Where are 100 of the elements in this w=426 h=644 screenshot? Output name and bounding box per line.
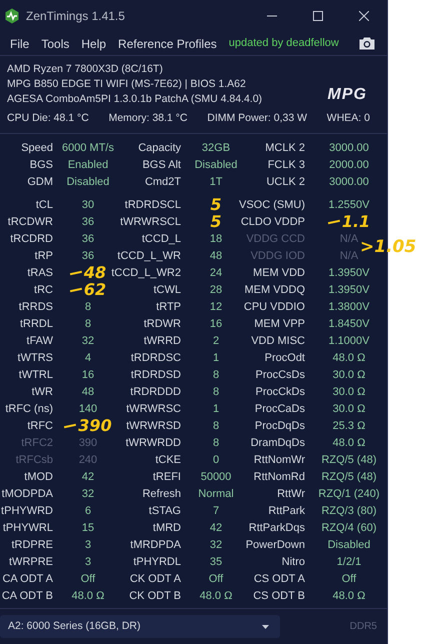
timing-value: Normal [198, 487, 234, 502]
timing-label: CK ODT B [129, 589, 181, 604]
timing-label: tRCDWR [8, 215, 53, 230]
timing-label: tFAW [26, 334, 53, 349]
timing-label: tWRRD [144, 334, 181, 349]
handwritten-note: 1.1 [342, 214, 370, 230]
system-info-line: AGESA ComboAm5PI 1.3.0.1b PatchA (SMU 4.84.4.0) [7, 92, 262, 107]
camera-button[interactable] [359, 37, 375, 50]
timing-value: 3 [84, 538, 92, 553]
timing-value: 1/2/1 [336, 555, 362, 570]
timing-label: tREFI [152, 470, 181, 485]
menu-item[interactable]: Help [75, 34, 112, 52]
timing-value: Enabled [68, 158, 108, 173]
timing-value: 3000.00 [329, 141, 369, 156]
timing-value: 30.0 Ω [332, 385, 366, 400]
timing-label: CA ODT A [2, 572, 53, 587]
timing-label: tRC [34, 283, 53, 298]
handwritten-note: 5 [210, 197, 222, 214]
system-info-line: MPG B850 EDGE TI WIFI (MS-7E62) | BIOS 1.A62 [7, 77, 246, 92]
timing-value: 48.0 Ω [332, 589, 366, 604]
timing-value: Disabled [328, 538, 370, 553]
menu-item[interactable]: Reference Profiles [112, 34, 223, 52]
timing-value: 36 [82, 215, 94, 230]
dropdown-caret-icon [262, 624, 269, 628]
timing-value: 48 [82, 385, 94, 400]
camera-icon [359, 37, 375, 50]
timing-label: tRRDL [20, 317, 53, 332]
timing-value: 48.0 Ω [200, 589, 232, 604]
sensor-reading: WHEA: 0 [326, 111, 370, 126]
timing-label: ProcCkDs [255, 385, 305, 400]
timing-value: 48.0 Ω [332, 351, 366, 366]
handwritten-note: 5 [210, 214, 222, 230]
timing-value: Off [80, 572, 96, 587]
timing-value: 48 [210, 249, 222, 264]
menu-item[interactable]: Tools [35, 34, 76, 52]
timing-value: 1 [212, 351, 220, 366]
timing-label: BGS Alt [142, 158, 181, 173]
timing-value: 28 [210, 283, 222, 298]
timing-label: tWTRL [18, 368, 53, 383]
timing-value: 15 [82, 521, 94, 536]
timing-value: 6 [84, 504, 92, 519]
timing-label: tWRWRSC [126, 402, 181, 417]
timing-value: 240 [78, 453, 98, 468]
timing-value: 3000.00 [329, 175, 369, 190]
timing-value: 50000 [200, 470, 232, 485]
timing-value: 2 [212, 334, 220, 349]
timing-value: RZQ/5 (48) [321, 453, 376, 468]
timing-label: Capacity [138, 141, 181, 156]
timing-label: VDDG CCD [246, 232, 305, 247]
timing-label: ProcDqDs [254, 419, 305, 434]
timing-label: RttPark [268, 504, 305, 519]
timing-label: tWTRS [18, 351, 53, 366]
timing-label: CPU VDDIO [244, 300, 305, 315]
timing-value: Disabled [194, 158, 238, 173]
timing-value: 8 [212, 419, 220, 434]
timing-value: 1.3800V [328, 300, 370, 315]
timing-label: tRTP [156, 300, 181, 315]
timing-label: tPHYWRL [2, 521, 53, 536]
timing-label: MEM VDDQ [244, 283, 305, 298]
timing-value: 25.3 Ω [332, 419, 366, 434]
timing-label: tRFC [27, 419, 53, 434]
timing-value: 8 [84, 317, 92, 332]
timing-value: 35 [210, 555, 222, 570]
timing-label: DramDqDs [250, 436, 305, 451]
timing-value: 0 [212, 453, 220, 468]
timing-value: 3 [84, 555, 92, 570]
timing-label: BGS [30, 158, 53, 173]
timing-label: CS ODT B [253, 589, 305, 604]
timing-value: 4 [84, 351, 92, 366]
timing-label: tMRD [152, 521, 181, 536]
system-info-line: AMD Ryzen 7 7800X3D (8C/16T) [7, 62, 163, 77]
timing-label: tRP [34, 249, 53, 264]
timing-label: Cmd2T [144, 175, 181, 190]
timing-label: ProcOdt [264, 351, 305, 366]
timing-value: 1T [210, 175, 222, 190]
timing-value: 42 [82, 470, 94, 485]
timing-label: tCCD_L [142, 232, 181, 247]
module-dropdown[interactable]: A2: 6000 Series (16GB, DR) [0, 615, 280, 638]
memory-type: DDR5 [350, 620, 377, 634]
timing-value: 8 [212, 436, 220, 451]
timing-value: N/A [340, 232, 358, 247]
timing-label: MCLK 2 [265, 141, 305, 156]
timing-value: 390 [78, 436, 98, 451]
timing-label: PowerDown [246, 538, 305, 553]
timing-label: FCLK 3 [268, 158, 305, 173]
timing-label: tMOD [24, 470, 53, 485]
timing-label: tWRWRSCL [120, 215, 181, 230]
timing-value: RZQ/3 (80) [321, 504, 376, 519]
timing-label: Speed [21, 141, 53, 156]
timing-value: 42 [210, 521, 222, 536]
menu-item[interactable]: File [4, 34, 36, 52]
sensor-reading: Memory: 38.1 °C [108, 111, 188, 126]
timing-value: 8 [212, 385, 220, 400]
timing-value: 8 [212, 368, 220, 383]
maximize-icon [313, 11, 323, 21]
window-title: ZenTimings 1.41.5 [26, 8, 125, 25]
timing-label: tRRDS [18, 300, 53, 315]
timing-label: MEM VDD [253, 266, 305, 281]
timing-value: 1.8450V [328, 317, 370, 332]
timing-label: tWRPRE [9, 555, 53, 570]
